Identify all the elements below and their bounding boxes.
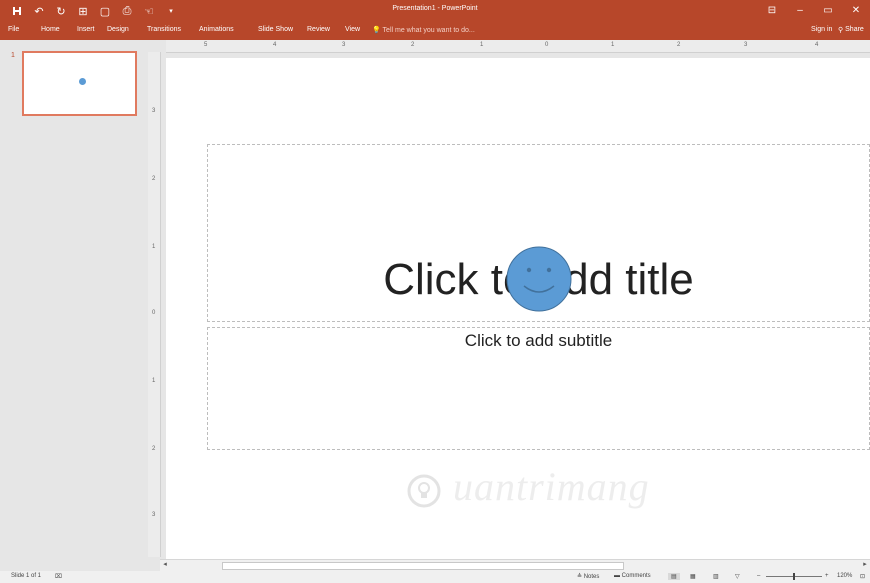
title-bar: ↶ ↻ ⊞ ▢ ⎙ ☜ ▾ Presentation1 - PowerPoint… <box>0 0 870 22</box>
tab-slide-show[interactable]: Slide Show <box>258 26 293 33</box>
share-button[interactable]: ⚲ Share <box>838 26 864 34</box>
notes-label: Notes <box>583 574 600 580</box>
ruler-number: 3 <box>152 512 156 518</box>
thumbnail-smiley-preview <box>79 78 86 85</box>
ruler-number: 3 <box>342 42 346 48</box>
normal-view-icon[interactable]: ▤ <box>668 573 680 580</box>
tab-file[interactable]: File <box>8 26 19 33</box>
subtitle-placeholder[interactable]: Click to add subtitle <box>207 327 870 450</box>
share-label: Share <box>845 26 864 33</box>
ruler-number: 1 <box>480 42 484 48</box>
ruler-number: 2 <box>411 42 415 48</box>
lightbulb-icon: 💡 <box>372 27 381 34</box>
maximize-icon[interactable]: ▭ <box>814 2 842 18</box>
scroll-left-arrow-icon[interactable]: ◂ <box>160 560 170 570</box>
slideshow-icon[interactable]: ▽ <box>735 573 740 580</box>
ruler-number: 4 <box>815 42 819 48</box>
minimize-icon[interactable]: – <box>786 2 814 18</box>
slide-sorter-icon[interactable]: ▦ <box>690 573 696 580</box>
close-icon[interactable]: ✕ <box>842 2 870 18</box>
ruler-number: 3 <box>152 108 156 114</box>
ruler-number: 1 <box>152 378 156 384</box>
ruler-number: 1 <box>152 244 156 250</box>
tab-design[interactable]: Design <box>107 26 129 33</box>
tab-home[interactable]: Home <box>41 26 60 33</box>
ruler-number: 1 <box>611 42 615 48</box>
slide-counter: Slide 1 of 1 <box>11 573 42 579</box>
subtitle-placeholder-text: Click to add subtitle <box>464 331 613 350</box>
ruler-number: 3 <box>744 42 748 48</box>
comments-label: Comments <box>621 573 651 579</box>
app-title: Presentation1 - PowerPoint <box>392 5 478 12</box>
ruler-number: 0 <box>152 310 156 316</box>
watermark: uantrimang <box>406 463 650 510</box>
comments-button[interactable]: ▬ Comments <box>614 573 651 579</box>
tab-transitions[interactable]: Transitions <box>147 26 181 33</box>
notes-button[interactable]: ≜ Notes <box>577 573 599 580</box>
slide-thumbnail[interactable] <box>22 51 137 116</box>
slide-thumbnails-pane <box>0 40 148 570</box>
tab-view[interactable]: View <box>345 26 360 33</box>
slide-canvas[interactable]: Click to add title Click to add subtitle… <box>166 58 870 560</box>
lightbulb-watermark-icon <box>407 474 441 508</box>
zoom-in-icon[interactable]: + <box>825 573 829 579</box>
sign-in-link[interactable]: Sign in <box>811 26 832 33</box>
ruler-number: 2 <box>152 176 156 182</box>
reading-view-icon[interactable]: ▥ <box>713 573 719 580</box>
ruler-number: 2 <box>152 446 156 452</box>
tell-me-text: Tell me what you want to do... <box>382 27 475 34</box>
ribbon-display-icon[interactable]: ⊟ <box>758 2 786 18</box>
ruler-number: 0 <box>545 42 549 48</box>
zoom-out-icon[interactable]: – <box>757 573 760 579</box>
fit-slide-icon[interactable]: ⊡ <box>860 573 865 580</box>
vertical-ruler: 3 2 1 0 1 2 3 <box>148 52 161 557</box>
ribbon-tabs: File Home Insert Design Transitions Anim… <box>0 22 870 40</box>
window-controls: ⊟ – ▭ ✕ <box>758 2 870 18</box>
tell-me-search[interactable]: 💡 Tell me what you want to do... <box>372 26 475 34</box>
tab-animations[interactable]: Animations <box>199 26 234 33</box>
ruler-number: 5 <box>204 42 208 48</box>
status-bar: Slide 1 of 1 ⌧ ≜ Notes ▬ Comments ▤ ▦ ▥ … <box>0 571 870 583</box>
comments-icon: ▬ <box>614 573 620 579</box>
horizontal-ruler: 5 4 3 2 1 0 1 2 3 4 <box>166 40 870 53</box>
notes-icon: ≜ <box>577 574 583 580</box>
watermark-text: uantrimang <box>453 464 650 509</box>
zoom-level[interactable]: 120% <box>837 573 852 579</box>
smiley-face-shape[interactable] <box>506 246 572 312</box>
ruler-number: 2 <box>677 42 681 48</box>
tab-insert[interactable]: Insert <box>77 26 95 33</box>
ruler-number: 4 <box>273 42 277 48</box>
tab-review[interactable]: Review <box>307 26 330 33</box>
person-icon: ⚲ <box>838 27 844 34</box>
spellcheck-icon[interactable]: ⌧ <box>55 573 62 580</box>
thumbnail-number: 1 <box>11 52 15 59</box>
horizontal-scrollbar[interactable]: ◂ ▸ <box>160 559 870 571</box>
zoom-slider-thumb[interactable] <box>793 573 795 580</box>
scrollbar-thumb[interactable] <box>222 562 624 570</box>
scroll-right-arrow-icon[interactable]: ▸ <box>860 560 870 570</box>
